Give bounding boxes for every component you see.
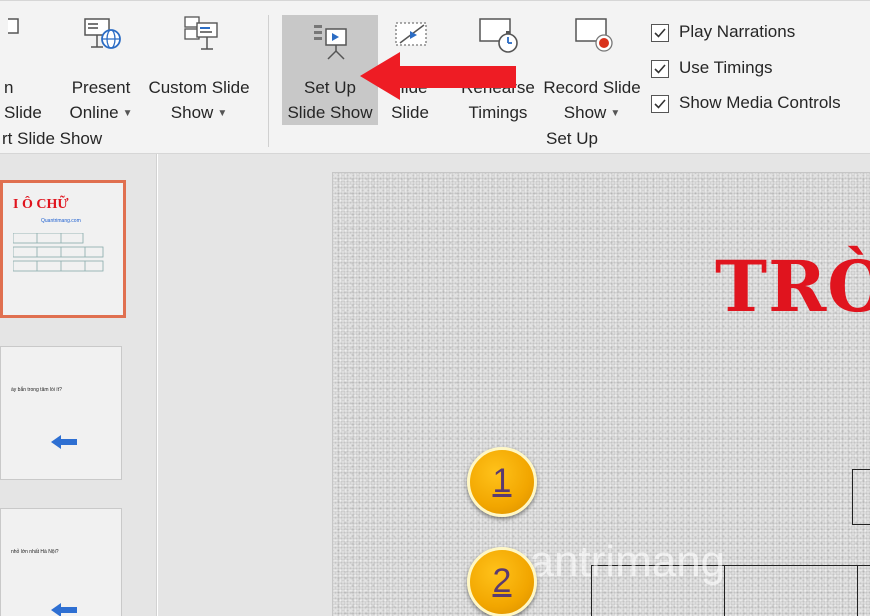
crossword-cell <box>852 469 870 525</box>
crossword-cell <box>857 565 870 616</box>
present-online-button[interactable]: Present Online ▼ <box>64 13 138 125</box>
slide[interactable]: TRÒ uantrimang 1 2 <box>332 172 870 616</box>
from-current-slide-button[interactable]: n Slide <box>0 13 52 125</box>
use-timings-checkbox[interactable]: Use Timings <box>651 56 851 82</box>
blue-arrow-icon <box>51 435 77 449</box>
show-media-controls-checkbox[interactable]: Show Media Controls <box>651 91 861 117</box>
custom-slide-show-label-1: Custom Slide <box>148 78 250 97</box>
checkbox-checked-icon <box>651 24 669 42</box>
thumb-question-text: ày bắn trong tâm lòi ít? <box>11 387 62 393</box>
slide-thumbnail-1[interactable]: I Ô CHỮ Quantrimang.com <box>0 180 126 318</box>
show-media-controls-label: Show Media Controls <box>679 93 841 112</box>
play-narrations-checkbox[interactable]: Play Narrations <box>651 20 851 46</box>
slide-play-icon <box>8 18 19 34</box>
thumb-crossword-grid <box>13 233 104 272</box>
slide-thumbnail-2[interactable]: ày bắn trong tâm lòi ít? <box>0 346 122 480</box>
custom-slide-show-label-2-wrap: Show ▼ <box>142 100 256 126</box>
checkbox-checked-icon <box>651 95 669 113</box>
custom-slide-show-button[interactable]: Custom Slide Show ▼ <box>142 13 256 125</box>
record-slide-show-label-2: Show <box>563 103 607 122</box>
number-2-label: 2 <box>492 562 512 600</box>
dropdown-caret-icon: ▼ <box>122 108 133 120</box>
record-slide-show-label-1: Record Slide <box>543 78 641 97</box>
present-online-label-1: Present <box>71 78 131 97</box>
custom-slides-icon <box>184 16 218 50</box>
present-online-label-2-wrap: Online ▼ <box>64 100 138 126</box>
slide-thumbnail-3[interactable]: nhỏ lớn nhất Hà Nội? <box>0 508 122 616</box>
dropdown-caret-icon: ▼ <box>610 108 621 120</box>
crossword-cell <box>724 565 858 616</box>
dropdown-caret-icon: ▼ <box>217 108 228 120</box>
checkbox-checked-icon <box>651 60 669 78</box>
hide-slide-label-2: Slide <box>391 103 429 122</box>
set-up-group-label: Set Up <box>546 129 598 148</box>
thumb-question-text: nhỏ lớn nhất Hà Nội? <box>11 549 59 555</box>
set-up-slide-show-label-2: Slide Show <box>287 103 373 122</box>
use-timings-label: Use Timings <box>679 58 773 77</box>
custom-slide-show-label-2: Show <box>170 103 214 122</box>
record-slide-show-label-2-wrap: Show ▼ <box>542 100 642 126</box>
thumb-subtitle: Quantrimang.com <box>41 218 81 224</box>
start-slide-show-group-label: rt Slide Show <box>2 129 103 148</box>
group-separator <box>268 15 269 147</box>
from-current-label-1: n <box>4 78 14 97</box>
blue-arrow-icon <box>51 603 77 616</box>
present-online-label-2: Online <box>69 103 119 122</box>
from-current-label-2: Slide <box>4 103 42 122</box>
thumb-title: I Ô CHỮ <box>13 197 69 212</box>
red-arrow-annotation <box>360 52 516 100</box>
number-1-button[interactable]: 1 <box>467 447 537 517</box>
rehearse-timings-label-2: Timings <box>468 103 528 122</box>
globe-presentation-icon <box>84 18 121 49</box>
projector-setup-icon <box>314 25 347 60</box>
number-2-button[interactable]: 2 <box>467 547 537 616</box>
watermark-text: uantrimang <box>505 537 726 586</box>
slide-thumbnails-panel[interactable]: I Ô CHỮ Quantrimang.com ày bắn trong tâm… <box>0 154 157 616</box>
play-narrations-label: Play Narrations <box>679 22 796 41</box>
record-slide-show-button[interactable]: Record Slide Show ▼ <box>542 13 642 125</box>
record-icon <box>575 18 613 52</box>
slide-title: TRÒ <box>715 245 870 328</box>
number-1-label: 1 <box>492 462 512 500</box>
